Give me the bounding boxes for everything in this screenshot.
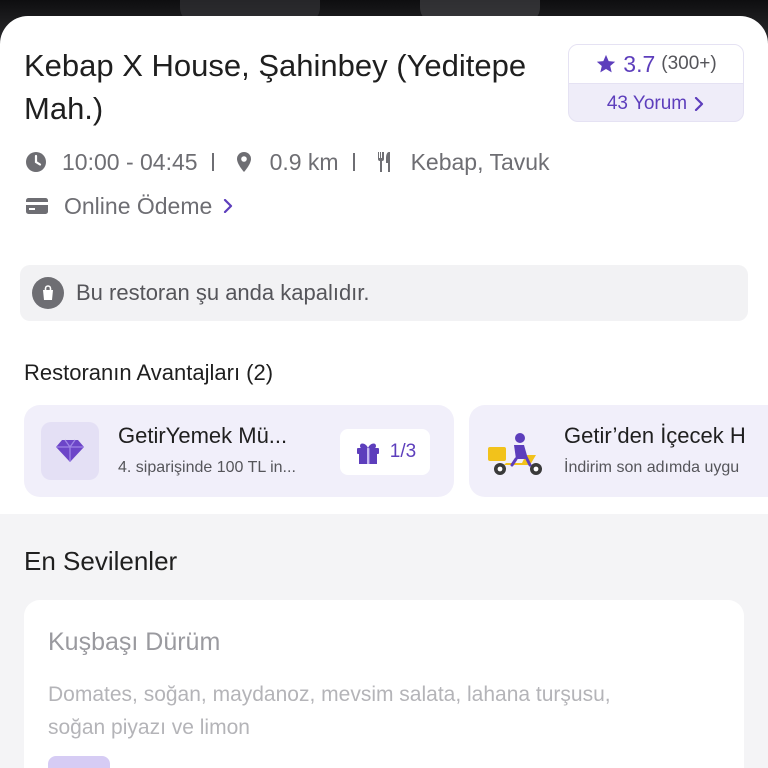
advantage-card[interactable]: Getir’den İçecek H İndirim son adımda uy… <box>469 405 768 497</box>
opening-hours: 10:00 - 04:45 <box>62 148 198 175</box>
favorites-heading: En Sevilenler <box>24 546 178 576</box>
diamond-icon <box>41 422 99 480</box>
cutlery-icon <box>377 152 390 172</box>
restaurant-closed-banner: Bu restoran şu anda kapalıdır. <box>20 265 748 321</box>
restaurant-meta-row: 10:00 - 04:45 0.9 km Kebap, Tavuk <box>24 144 550 180</box>
advantage-subtitle: İndirim son adımda uygu <box>564 459 740 476</box>
credit-card-icon <box>26 198 48 214</box>
chevron-right-icon <box>224 199 233 213</box>
advantage-progress: 1/3 <box>389 441 417 462</box>
rating-box[interactable]: 3.7 (300+) 43 Yorum <box>568 44 744 122</box>
divider <box>352 153 355 171</box>
advantage-card[interactable]: GetirYemek Mü... 4. siparişinde 100 TL i… <box>24 405 454 497</box>
closed-banner-text: Bu restoran şu anda kapalıdır. <box>76 280 370 305</box>
advantage-title: Getir’den İçecek H <box>564 423 746 448</box>
chevron-right-icon <box>695 96 704 111</box>
rating-count: (300+) <box>661 53 717 74</box>
advantage-progress-badge: 1/3 <box>340 429 430 475</box>
product-name: Kuşbaşı Dürüm <box>48 628 221 656</box>
cuisine-types: Kebap, Tavuk <box>410 148 550 175</box>
reviews-link[interactable]: 43 Yorum <box>569 84 743 121</box>
location-pin-icon <box>236 152 251 172</box>
product-description: Domates, soğan, maydanoz, mevsim salata,… <box>48 683 611 739</box>
payment-label: Online Ödeme <box>64 192 213 219</box>
courier-scooter-icon <box>488 433 542 475</box>
clock-icon <box>26 152 46 172</box>
restaurant-info-sheet: Kebap X House, Şahinbey (Yeditepe Mah.) … <box>0 16 768 768</box>
star-icon <box>597 54 616 73</box>
advantage-subtitle: 4. siparişinde 100 TL in... <box>118 459 296 476</box>
divider <box>211 153 214 171</box>
advantages-heading: Restoranın Avantajları (2) <box>24 360 274 385</box>
restaurant-name: Kebap X House, Şahinbey (Yeditepe Mah.) <box>24 48 527 126</box>
payment-method-link[interactable]: Online Ödeme <box>24 188 234 224</box>
advantage-title: GetirYemek Mü... <box>118 423 288 448</box>
rating-value: 3.7 <box>623 50 656 77</box>
distance: 0.9 km <box>269 148 339 175</box>
rating-summary: 3.7 (300+) <box>569 45 743 84</box>
reviews-label: 43 Yorum <box>606 92 688 114</box>
gift-icon <box>356 443 379 464</box>
product-card[interactable]: Kuşbaşı Dürüm Domates, soğan, maydanoz, … <box>24 600 744 768</box>
shopping-bag-icon <box>32 277 64 309</box>
product-price-chip[interactable] <box>48 756 110 768</box>
